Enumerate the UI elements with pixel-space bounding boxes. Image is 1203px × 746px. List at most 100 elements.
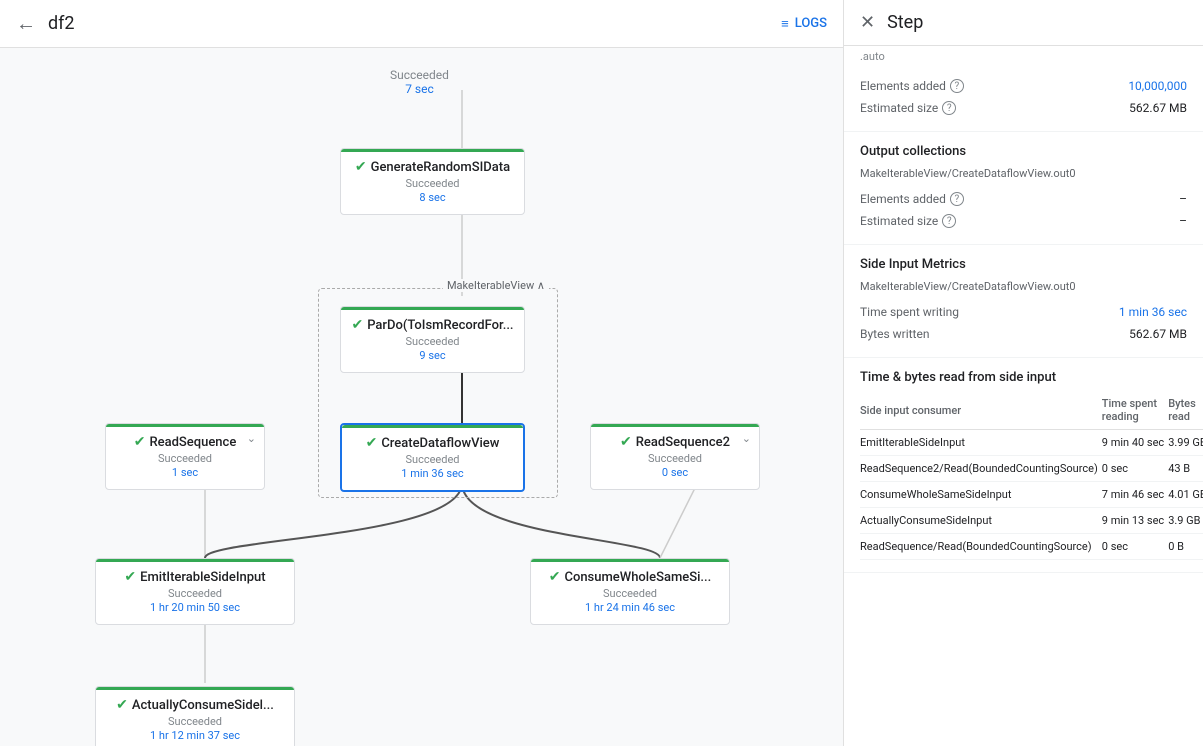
consumer-cell: ReadSequence2/Read(BoundedCountingSource…: [860, 456, 1102, 482]
consumer-cell: ActuallyConsumeSideInput: [860, 508, 1102, 534]
node-status: Succeeded: [355, 177, 510, 190]
logs-icon: ≡: [781, 16, 789, 32]
time-bytes-table: Side input consumer Time spent reading B…: [860, 393, 1203, 560]
logs-button[interactable]: ≡ LOGS: [781, 16, 827, 32]
oc-elements-help[interactable]: ?: [950, 192, 964, 206]
node-actuallyconsume[interactable]: ✔ ActuallyConsumeSidel... Succeeded 1 hr…: [95, 686, 295, 746]
bytes-cell: 3.9 GB: [1168, 508, 1203, 534]
input-metrics-section: Elements added ? 10,000,000 Estimated si…: [844, 63, 1203, 132]
oc-size-value: –: [1179, 214, 1187, 228]
dropdown-icon[interactable]: ⌄: [247, 432, 256, 445]
bytes-written-value: 562.67 MB: [1129, 327, 1187, 341]
node-time: 1 hr 24 min 46 sec: [545, 601, 715, 614]
check-icon: ✔: [351, 317, 363, 333]
oc-estimated-size-row: Estimated size ? –: [860, 210, 1187, 232]
check-icon: ✔: [366, 435, 378, 451]
node-status: Succeeded: [355, 335, 510, 348]
side-input-title: Side Input Metrics: [860, 257, 1187, 272]
step-header: ✕ Step: [844, 0, 1203, 46]
bytes-written-label: Bytes written: [860, 327, 929, 341]
node-time: 1 hr 20 min 50 sec: [110, 601, 280, 614]
close-button[interactable]: ✕: [860, 12, 875, 33]
consumer-cell: EmitIterableSideInput: [860, 430, 1102, 456]
back-button[interactable]: ←: [16, 11, 36, 36]
time-writing-value: 1 min 36 sec: [1119, 305, 1187, 319]
graph-canvas: Succeeded 7 sec ✔ GenerateRandomSIData S…: [0, 48, 843, 746]
node-pardo[interactable]: ✔ ParDo(ToIsmRecordFor... Succeeded 9 se…: [340, 306, 525, 373]
estimated-size-label: Estimated size ?: [860, 101, 956, 115]
node-generate[interactable]: ✔ GenerateRandomSIData Succeeded 8 sec: [340, 148, 525, 215]
dropdown-icon[interactable]: ⌄: [742, 432, 751, 445]
time-writing-label: Time spent writing: [860, 305, 959, 319]
page-title: df2: [48, 13, 781, 34]
node-time: 8 sec: [355, 191, 510, 204]
check-icon: ✔: [549, 569, 561, 585]
node-title: ConsumeWholeSameSi...: [564, 570, 711, 585]
estimated-size-row: Estimated size ? 562.67 MB: [860, 97, 1187, 119]
node-status: Succeeded: [110, 715, 280, 728]
time-bytes-title: Time & bytes read from side input: [860, 370, 1187, 385]
estimated-size-help[interactable]: ?: [942, 101, 956, 115]
check-icon: ✔: [124, 569, 136, 585]
node-title: ActuallyConsumeSidel...: [132, 698, 274, 713]
node-readsequence[interactable]: ⌄ ✔ ReadSequence Succeeded 1 sec: [105, 423, 265, 490]
table-row: ReadSequence/Read(BoundedCountingSource)…: [860, 534, 1203, 560]
time-cell: 7 min 46 sec: [1102, 482, 1168, 508]
check-icon: ✔: [355, 159, 367, 175]
node-consumewhole[interactable]: ✔ ConsumeWholeSameSi... Succeeded 1 hr 2…: [530, 558, 730, 625]
side-input-metrics-section: Side Input Metrics MakeIterableView/Crea…: [844, 245, 1203, 358]
node-emititerable[interactable]: ✔ EmitIterableSideInput Succeeded 1 hr 2…: [95, 558, 295, 625]
elements-added-row: Elements added ? 10,000,000: [860, 75, 1187, 97]
consumer-cell: ConsumeWholeSameSideInput: [860, 482, 1102, 508]
consumer-cell: ReadSequence/Read(BoundedCountingSource): [860, 534, 1102, 560]
elements-added-help[interactable]: ?: [950, 79, 964, 93]
node-title: GenerateRandomSIData: [371, 160, 511, 175]
time-cell: 9 min 40 sec: [1102, 430, 1168, 456]
elements-added-label: Elements added ?: [860, 79, 964, 93]
oc-elements-value: –: [1179, 192, 1187, 206]
node-createdataflowview[interactable]: ✔ CreateDataflowView Succeeded 1 min 36 …: [340, 423, 525, 492]
elements-added-value: 10,000,000: [1128, 79, 1187, 93]
check-icon: ✔: [134, 434, 146, 450]
oc-elements-added-row: Elements added ? –: [860, 188, 1187, 210]
node-readsequence2[interactable]: ⌄ ✔ ReadSequence2 Succeeded 0 sec: [590, 423, 760, 490]
node-status: Succeeded: [120, 452, 250, 465]
time-writing-row: Time spent writing 1 min 36 sec: [860, 301, 1187, 323]
node-time: 9 sec: [355, 349, 510, 362]
output-collections-path: MakeIterableView/CreateDataflowView.out0: [860, 167, 1187, 180]
check-icon: ✔: [620, 434, 632, 450]
bytes-cell: 4.01 GB: [1168, 482, 1203, 508]
oc-size-help[interactable]: ?: [942, 214, 956, 228]
bytes-cell: 43 B: [1168, 456, 1203, 482]
step-title: Step: [887, 12, 923, 33]
node-time: 0 sec: [605, 466, 745, 479]
bytes-written-row: Bytes written 562.67 MB: [860, 323, 1187, 345]
table-row: EmitIterableSideInput 9 min 40 sec 3.99 …: [860, 430, 1203, 456]
table-row: ActuallyConsumeSideInput 9 min 13 sec 3.…: [860, 508, 1203, 534]
output-collections-title: Output collections: [860, 144, 1187, 159]
group-label: MakeIterableView ∧: [443, 279, 549, 292]
step-panel: ✕ Step .auto Elements added ? 10,000,000…: [843, 0, 1203, 746]
succeeded-top-label: Succeeded 7 sec: [390, 68, 449, 96]
output-collections-section: Output collections MakeIterableView/Crea…: [844, 132, 1203, 245]
time-cell: 9 min 13 sec: [1102, 508, 1168, 534]
auto-label: .auto: [844, 46, 1203, 63]
side-input-path: MakeIterableView/CreateDataflowView.out0: [860, 280, 1187, 293]
check-icon: ✔: [116, 697, 128, 713]
node-status: Succeeded: [110, 587, 280, 600]
bytes-cell: 0 B: [1168, 534, 1203, 560]
estimated-size-value: 562.67 MB: [1129, 101, 1187, 115]
graph-panel: ← df2 ≡ LOGS Succeeded: [0, 0, 843, 746]
logs-label: LOGS: [795, 16, 827, 31]
node-status: Succeeded: [605, 452, 745, 465]
node-title: ParDo(ToIsmRecordFor...: [367, 318, 513, 333]
node-status: Succeeded: [356, 453, 509, 466]
oc-size-label: Estimated size ?: [860, 214, 956, 228]
col-bytes: Bytes read: [1168, 393, 1203, 430]
col-time: Time spent reading: [1102, 393, 1168, 430]
table-row: ConsumeWholeSameSideInput 7 min 46 sec 4…: [860, 482, 1203, 508]
header: ← df2 ≡ LOGS: [0, 0, 843, 48]
node-title: ReadSequence: [149, 435, 236, 450]
node-time: 1 sec: [120, 466, 250, 479]
node-status: Succeeded: [545, 587, 715, 600]
